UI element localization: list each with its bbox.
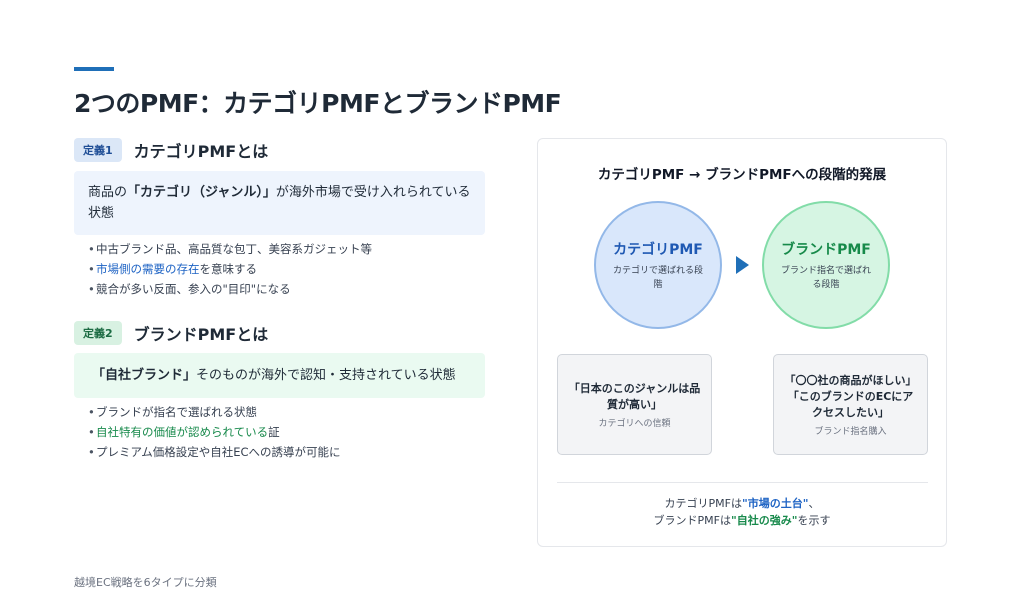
brand-quote-box: 「〇〇社の商品がほしい」 「このブランドのECにアクセスしたい」 ブランド指名購… — [773, 354, 928, 455]
list-item: 中古ブランド品、高品質な包丁、美容系ガジェット等 — [88, 239, 372, 259]
definition-2-box-emphasis: 「自社ブランド」 — [92, 368, 197, 383]
definition-1-title: カテゴリPMFとは — [133, 142, 269, 161]
list-item: ブランドが指名で選ばれる状態 — [88, 402, 341, 422]
category-pmf-circle: カテゴリPMF カテゴリで選ばれる段階 — [594, 201, 722, 329]
arrow-right-icon — [736, 256, 749, 274]
definition-1-badge: 定義1 — [74, 138, 122, 162]
summary-emphasis-market: "市場の土台" — [741, 497, 809, 510]
definition-1-box-emphasis: 「カテゴリ（ジャンル）」 — [127, 185, 276, 200]
definition-2-title: ブランドPMFとは — [133, 325, 269, 344]
diagram-title: カテゴリPMF → ブランドPMFへの段階的発展 — [597, 167, 887, 183]
definition-1-bullets: 中古ブランド品、高品質な包丁、美容系ガジェット等 市場側の需要の存在を意味する … — [88, 239, 372, 299]
brand-pmf-circle: ブランドPMF ブランド指名で選ばれる段階 — [762, 201, 890, 329]
category-quote-caption: カテゴリへの信頼 — [598, 418, 671, 429]
category-pmf-circle-subtitle: カテゴリで選ばれる段階 — [612, 265, 703, 290]
definition-2-box-suffix: そのものが海外で認知・支持されている状態 — [196, 368, 456, 383]
category-pmf-circle-title: カテゴリPMF — [613, 241, 703, 258]
category-quote-box: 「日本のこのジャンルは品質が高い」 カテゴリへの信頼 — [557, 354, 712, 455]
title-accent-bar — [74, 67, 114, 71]
definition-2-box: 「自社ブランド」そのものが海外で認知・支持されている状態 — [74, 353, 485, 398]
brand-pmf-circle-subtitle: ブランド指名で選ばれる段階 — [780, 265, 871, 290]
footer-caption: 越境EC戦略を6タイプに分類 — [74, 576, 217, 589]
definition-2-bullets: ブランドが指名で選ばれる状態 自社特有の価値が認められている証 プレミアム価格設… — [88, 402, 341, 462]
definition-2-badge: 定義2 — [74, 321, 122, 345]
pmf-diagram-card: カテゴリPMF → ブランドPMFへの段階的発展 カテゴリPMF カテゴリで選ば… — [537, 138, 947, 547]
list-item: 自社特有の価値が認められている証 — [88, 422, 341, 442]
definition-1-box-prefix: 商品の — [88, 185, 128, 200]
list-item: プレミアム価格設定や自社ECへの誘導が可能に — [88, 442, 341, 462]
summary-line-2: ブランドPMFは"自社の強み"を示す — [653, 514, 831, 527]
category-quote-text: 「日本のこのジャンルは品質が高い」 — [568, 381, 701, 411]
definition-1-header: 定義1 カテゴリPMFとは — [74, 138, 268, 162]
brand-quote-text: 「〇〇社の商品がほしい」 「このブランドのECにアクセスしたい」 — [784, 373, 917, 419]
diagram-summary: カテゴリPMFは"市場の土台"、 ブランドPMFは"自社の強み"を示す — [538, 495, 946, 529]
summary-line-1: カテゴリPMFは"市場の土台"、 — [664, 497, 820, 510]
bullet-highlight: 市場側の需要の存在 — [96, 262, 200, 276]
diagram-divider — [557, 482, 928, 483]
brand-pmf-circle-title: ブランドPMF — [781, 241, 871, 258]
summary-emphasis-strength: "自社の強み" — [730, 514, 798, 527]
definition-2-header: 定義2 ブランドPMFとは — [74, 321, 268, 345]
bullet-highlight: 自社特有の価値が認められている — [96, 425, 269, 439]
page-title: 2つのPMF：カテゴリPMFとブランドPMF — [74, 89, 562, 118]
list-item: 市場側の需要の存在を意味する — [88, 259, 372, 279]
brand-quote-caption: ブランド指名購入 — [814, 426, 887, 437]
list-item: 競合が多い反面、参入の"目印"になる — [88, 279, 372, 299]
definition-1-box: 商品の「カテゴリ（ジャンル）」が海外市場で受け入れられている状態 — [74, 171, 485, 235]
